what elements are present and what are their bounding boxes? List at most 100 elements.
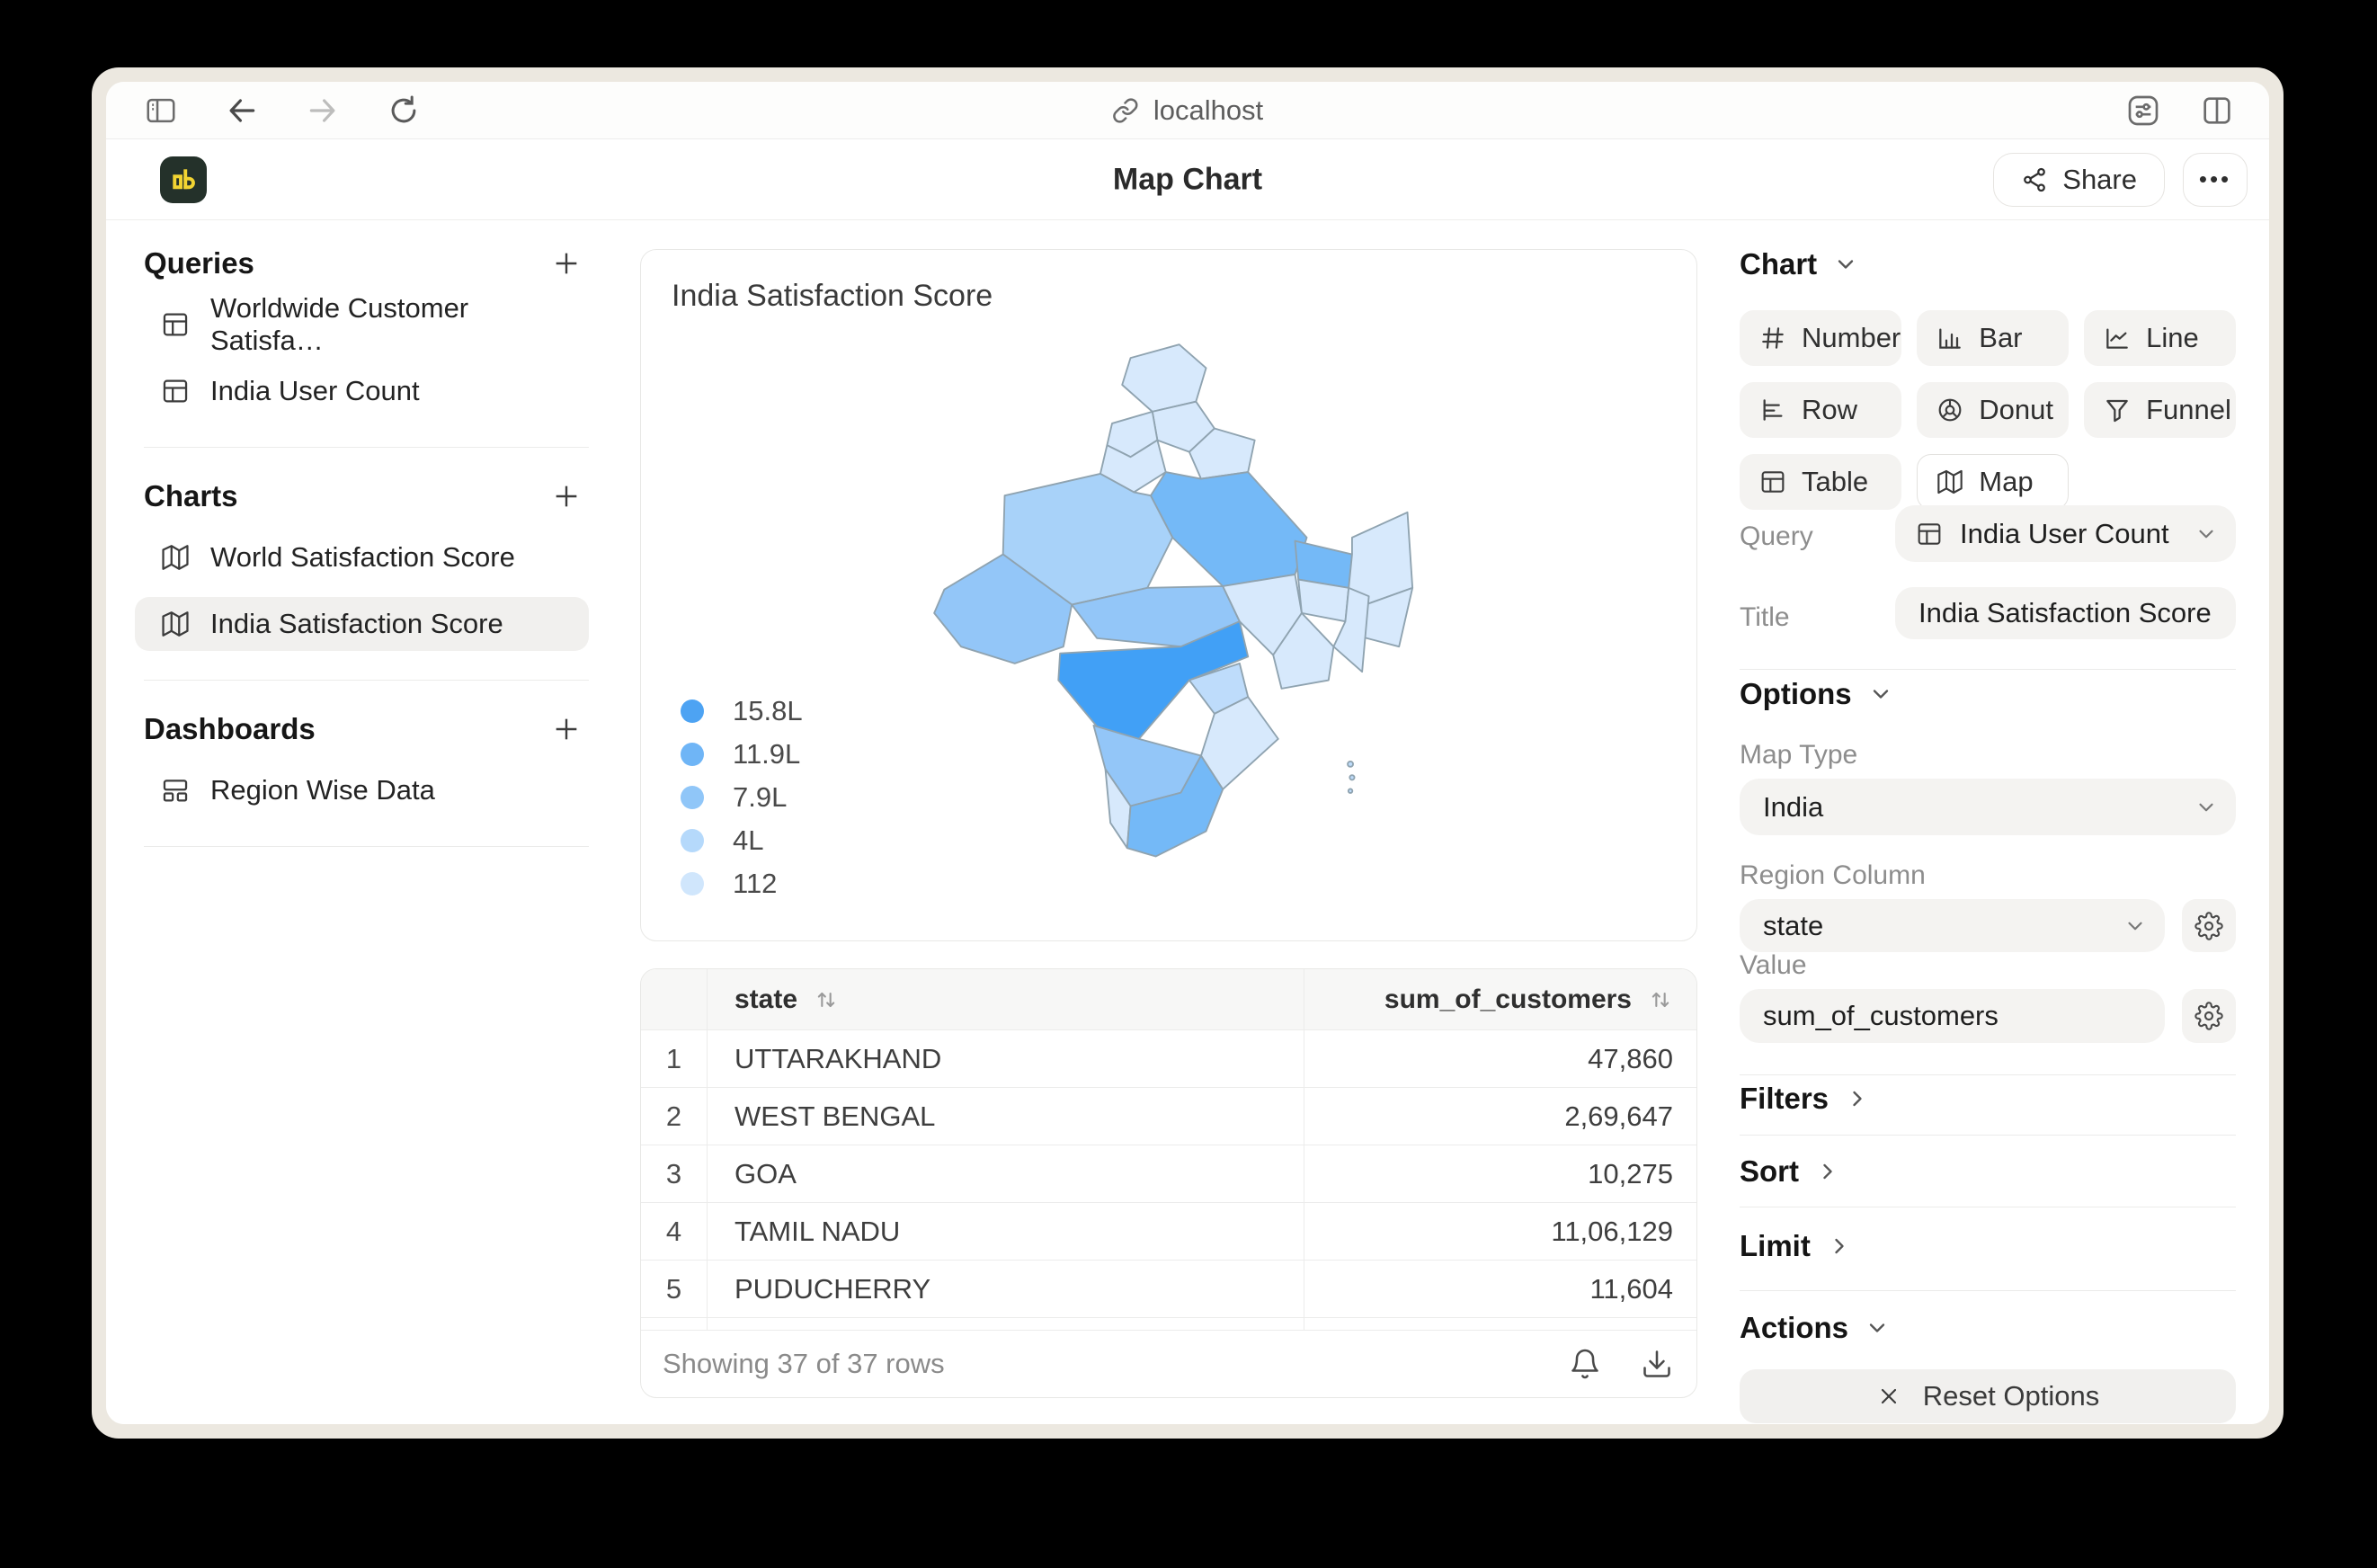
chevron-right-icon (1835, 1238, 1844, 1254)
column-header-state[interactable]: state (734, 984, 797, 1015)
section-chart[interactable]: Chart (1740, 247, 1858, 281)
chart-type-bar[interactable]: Bar (1917, 310, 2070, 366)
funnel-icon (2106, 399, 2128, 423)
section-actions[interactable]: Actions (1740, 1311, 1890, 1345)
chevron-down-icon (2194, 522, 2218, 546)
share-button[interactable]: Share (1993, 152, 2165, 207)
andaman-islands (1349, 774, 1356, 781)
andaman-islands (1347, 760, 1354, 768)
table-row[interactable]: 4 TAMIL NADU 11,06,129 (641, 1203, 1696, 1261)
legend-dot (681, 829, 704, 852)
app-logo[interactable] (160, 156, 207, 203)
chart-type-label: Map (1979, 466, 2034, 497)
sidebar-item-worldwide-customer-satisfaction[interactable]: Worldwide Customer Satisfa… (135, 292, 589, 356)
legend-label: 15.8L (733, 695, 803, 726)
table-row[interactable]: 3 GOA 10,275 (641, 1145, 1696, 1203)
sidebar-section-dashboards: Dashboards (144, 712, 316, 745)
state-jharkhand (1297, 578, 1350, 623)
main-content: India Satisfaction Score 15.8L 11.9L 7.9… (640, 220, 1697, 1424)
address-bar[interactable]: localhost (1112, 94, 1263, 127)
value-settings-button[interactable] (2182, 989, 2236, 1043)
sidebar-item-label: Region Wise Data (210, 774, 435, 806)
forward-icon[interactable] (306, 94, 340, 128)
region-column-select[interactable]: state (1740, 899, 2165, 952)
add-dashboard-button[interactable] (551, 714, 582, 744)
legend-dot (681, 786, 704, 809)
row-number: 5 (641, 1261, 708, 1317)
map-type-select[interactable]: India (1740, 779, 2236, 835)
title-input[interactable]: India Satisfaction Score (1895, 587, 2236, 639)
reset-options-button[interactable]: Reset Options (1740, 1369, 2236, 1423)
table-row-partial (641, 1318, 1696, 1331)
sidebar: Queries Worldwide Customer Satisfa… Indi… (106, 220, 610, 1424)
chart-type-table[interactable]: Table (1740, 454, 1902, 510)
chart-type-label: Number (1802, 322, 1901, 353)
map-type-value: India (1763, 790, 1824, 823)
app-header: Map Chart Share ••• (106, 139, 2269, 220)
chart-type-map[interactable]: Map (1917, 454, 2070, 510)
result-table-card: state sum_of_customers 1 UTTARAKHAND 47,… (640, 968, 1697, 1398)
divider (1740, 1290, 2236, 1291)
sidebar-item-world-satisfaction-score[interactable]: World Satisfaction Score (135, 530, 589, 584)
reset-options-label: Reset Options (1922, 1380, 2100, 1412)
divider (1740, 669, 2236, 670)
chart-type-line[interactable]: Line (2084, 310, 2236, 366)
table-row[interactable]: 1 UTTARAKHAND 47,860 (641, 1030, 1696, 1088)
divider (1740, 1135, 2236, 1136)
alert-bell-icon[interactable] (1569, 1348, 1601, 1380)
map-type-label: Map Type (1740, 740, 1858, 770)
sidebar-item-india-user-count[interactable]: India User Count (135, 364, 589, 418)
reload-icon[interactable] (387, 94, 421, 128)
section-filters[interactable]: Filters (1740, 1082, 1870, 1116)
sidebar-item-india-satisfaction-score[interactable]: India Satisfaction Score (135, 597, 589, 651)
cell-state: WEST BENGAL (708, 1088, 1304, 1145)
column-header-sum-of-customers[interactable]: sum_of_customers (1384, 984, 1632, 1015)
chart-type-row[interactable]: Row (1740, 382, 1902, 438)
page-settings-icon[interactable] (2125, 93, 2161, 129)
split-view-icon[interactable] (2199, 93, 2235, 129)
legend-label: 112 (733, 868, 778, 899)
sidebar-item-region-wise-data[interactable]: Region Wise Data (135, 763, 589, 817)
chart-type-donut[interactable]: Donut (1917, 382, 2070, 438)
app-window: localhost Map Chart Share ••• Queries Wo… (92, 67, 2284, 1439)
sort-icon[interactable] (814, 987, 839, 1012)
india-choropleth-map[interactable] (911, 333, 1414, 890)
donut-chart-icon (1938, 398, 1962, 422)
back-icon[interactable] (225, 94, 259, 128)
chevron-down-icon (2194, 796, 2218, 819)
map-legend: 15.8L 11.9L 7.9L 4L 112 (681, 695, 803, 915)
andaman-islands (1347, 788, 1354, 794)
page-title: Map Chart (1112, 162, 1263, 196)
chart-type-label: Row (1802, 394, 1858, 425)
browser-sidebar-toggle-icon[interactable] (144, 94, 178, 128)
chart-type-number[interactable]: Number (1740, 310, 1902, 366)
row-number: 1 (641, 1030, 708, 1087)
map-chart-card: India Satisfaction Score 15.8L 11.9L 7.9… (640, 249, 1697, 941)
table-row[interactable]: 5 PUDUCHERRY 11,604 (641, 1261, 1696, 1318)
add-query-button[interactable] (551, 248, 582, 279)
download-icon[interactable] (1641, 1348, 1673, 1380)
add-chart-button[interactable] (551, 481, 582, 512)
share-icon (2021, 166, 2048, 193)
row-number: 2 (641, 1088, 708, 1145)
query-select[interactable]: India User Count (1895, 505, 2236, 562)
chart-type-funnel[interactable]: Funnel (2084, 382, 2236, 438)
query-value: India User Count (1960, 517, 2169, 549)
browser-toolbar: localhost (106, 82, 2269, 139)
sort-icon[interactable] (1648, 987, 1673, 1012)
table-row[interactable]: 2 WEST BENGAL 2,69,647 (641, 1088, 1696, 1145)
legend-label: 4L (733, 824, 764, 856)
section-chart-label: Chart (1740, 247, 1818, 281)
section-options[interactable]: Options (1740, 677, 1893, 711)
section-actions-label: Actions (1740, 1311, 1849, 1344)
map-icon (160, 542, 191, 573)
value-field[interactable]: sum_of_customers (1740, 989, 2165, 1043)
section-limit-label: Limit (1740, 1229, 1811, 1262)
region-settings-button[interactable] (2182, 899, 2236, 952)
table-icon (160, 309, 191, 340)
section-limit[interactable]: Limit (1740, 1229, 1852, 1263)
table-icon (1918, 522, 1941, 545)
more-options-button[interactable]: ••• (2183, 152, 2248, 207)
section-sort[interactable]: Sort (1740, 1154, 1840, 1189)
chevron-down-icon (1838, 260, 1854, 269)
